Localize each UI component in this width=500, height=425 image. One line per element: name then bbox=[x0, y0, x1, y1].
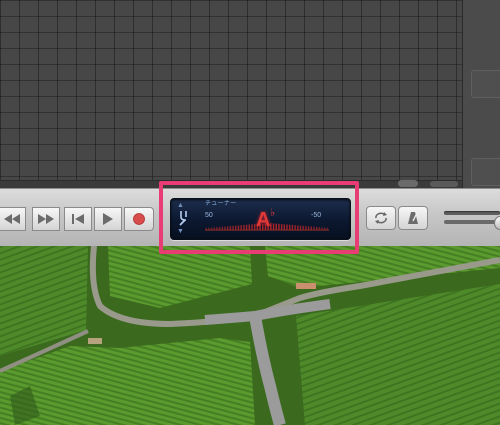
panel-button-bottom[interactable] bbox=[471, 158, 500, 186]
tuner-meter-segment bbox=[218, 226, 221, 230]
tuner-mode-down-arrow[interactable]: ▼ bbox=[177, 228, 184, 235]
tuner-meter-segment bbox=[210, 227, 213, 230]
background-photo bbox=[0, 246, 500, 425]
tuner-meter-segment bbox=[315, 226, 318, 230]
tuner-meter-segment bbox=[324, 227, 326, 230]
tuner-meter-segment bbox=[280, 224, 283, 230]
tuner-meter-segment bbox=[305, 226, 307, 230]
tuner-meter-segment bbox=[248, 224, 251, 230]
tuner-meter-segment bbox=[310, 226, 313, 230]
tuner-meter-segment bbox=[232, 225, 234, 230]
tuner-meter-segment bbox=[224, 226, 226, 230]
tuner-meter-segment bbox=[275, 223, 277, 230]
scroll-thumb-secondary[interactable] bbox=[430, 181, 458, 187]
tuner-meter-segment bbox=[326, 227, 329, 230]
volume-knob[interactable] bbox=[494, 216, 500, 230]
tuner-accidental: ♭ bbox=[270, 207, 276, 219]
tuner-meter-segment bbox=[208, 227, 210, 230]
tuner-mode-up-arrow[interactable]: ▲ bbox=[177, 202, 184, 209]
play-icon bbox=[103, 213, 113, 225]
tuner-scale-left: 50 bbox=[205, 212, 213, 219]
tuner-meter-segment bbox=[205, 228, 207, 230]
tuner-meter-segment bbox=[251, 224, 253, 230]
tuner-meter-segment bbox=[294, 225, 296, 230]
tuner-meter-segment bbox=[221, 226, 224, 230]
tuning-fork-icon bbox=[179, 211, 187, 226]
tuner-scale-right: -50 bbox=[311, 212, 322, 219]
horizontal-scroll-thumb[interactable] bbox=[398, 180, 418, 187]
track-area[interactable] bbox=[0, 0, 462, 180]
rewind-icon bbox=[4, 214, 20, 224]
go-to-beginning-button[interactable] bbox=[64, 207, 92, 231]
tuner-meter-segment bbox=[297, 225, 299, 230]
tuner-display[interactable]: ▲ ▼ チューナー 50 -50 A ♭ bbox=[170, 198, 351, 240]
tuner-meter-segment bbox=[286, 224, 288, 230]
volume-track bbox=[444, 211, 500, 215]
volume-level-track bbox=[444, 220, 500, 224]
rewind-button[interactable] bbox=[0, 207, 26, 231]
tuner-meter-segment bbox=[299, 225, 302, 230]
right-panel bbox=[462, 0, 500, 188]
tuner-meter-segment bbox=[229, 226, 232, 230]
fast-forward-icon bbox=[38, 214, 54, 224]
tuner-meter-segment bbox=[288, 224, 291, 230]
tuner-meter-segment bbox=[283, 224, 286, 230]
metronome-icon bbox=[408, 212, 418, 224]
record-button[interactable] bbox=[124, 207, 154, 231]
tuner-meter-segment bbox=[272, 223, 275, 230]
cycle-button[interactable] bbox=[366, 206, 396, 230]
tuner-meter-segment bbox=[313, 226, 315, 230]
cycle-icon bbox=[375, 212, 387, 224]
play-button[interactable] bbox=[94, 207, 122, 231]
tuner-meter-segment bbox=[245, 224, 248, 230]
tuner-meter-segment bbox=[307, 226, 310, 230]
tuner-meter-segment bbox=[278, 223, 280, 230]
tuner-meter-segment bbox=[321, 227, 323, 230]
aerial-field-image bbox=[0, 246, 500, 425]
tuner-meter-segment bbox=[243, 224, 245, 230]
record-icon bbox=[133, 213, 145, 225]
tuner-meter-segment bbox=[240, 225, 242, 230]
panel-button-top[interactable] bbox=[471, 70, 500, 98]
fast-forward-button[interactable] bbox=[32, 207, 60, 231]
master-volume-slider[interactable] bbox=[444, 206, 500, 230]
tuner-meter-segment bbox=[291, 224, 294, 230]
metronome-button[interactable] bbox=[398, 206, 428, 230]
tuner-meter-segment bbox=[302, 225, 304, 230]
tuner-meter-segment bbox=[213, 227, 215, 230]
tuner-meter-segment bbox=[216, 227, 218, 230]
tuner-meter-segment bbox=[318, 227, 321, 230]
tuner-note: A bbox=[256, 209, 271, 231]
tuner-meter-segment bbox=[235, 225, 237, 230]
tuner-meter-segment bbox=[226, 226, 229, 230]
skip-back-icon bbox=[72, 214, 84, 224]
tuner-meter-segment bbox=[237, 225, 240, 230]
tuner-label: チューナー bbox=[205, 201, 237, 207]
